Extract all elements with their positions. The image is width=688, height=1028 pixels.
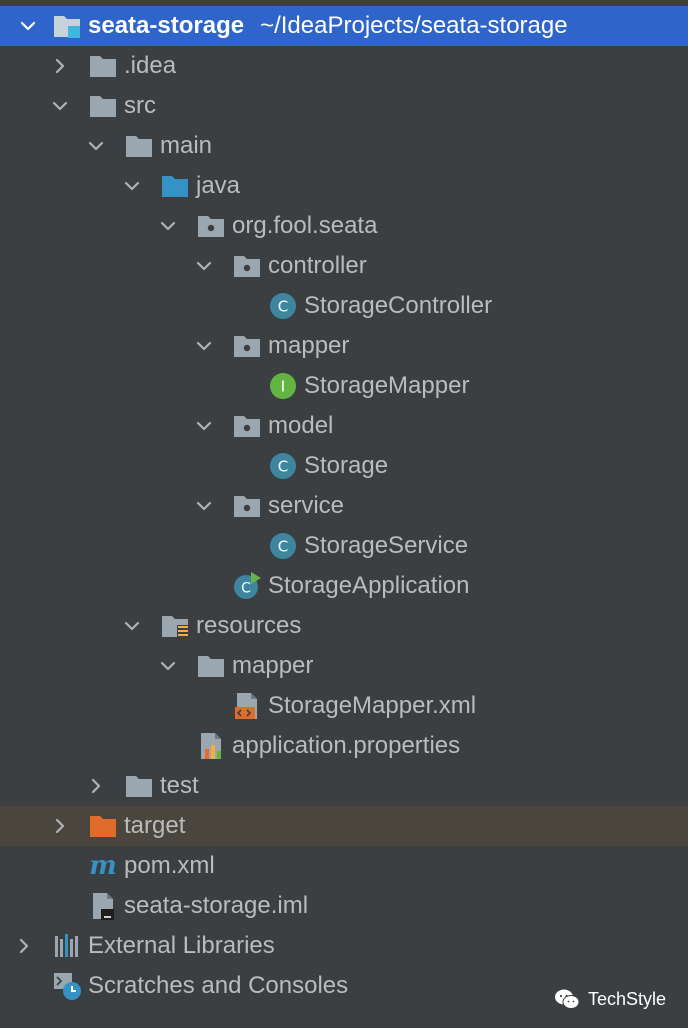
tree-item-label: main — [160, 132, 213, 159]
tree-item-label: mapper — [268, 332, 350, 359]
tree-item-label: resources — [196, 612, 302, 639]
project-path: ~/IdeaProjects/seata-storage — [260, 12, 568, 39]
resources-folder-icon — [160, 611, 190, 641]
watermark-text: TechStyle — [587, 988, 666, 1009]
excluded-folder-icon — [88, 811, 118, 841]
class-icon — [268, 531, 298, 561]
class-icon — [268, 451, 298, 481]
tree-item-resources-mapper[interactable]: mapper — [0, 646, 688, 686]
tree-item-label: controller — [268, 252, 367, 279]
tree-item-storage[interactable]: Storage — [0, 446, 688, 486]
tree-item-label: src — [124, 92, 156, 119]
properties-file-icon — [196, 731, 226, 761]
chevron-right-icon[interactable] — [50, 56, 70, 76]
tree-item-label: StorageApplication — [268, 572, 470, 599]
tree-item-storage-controller[interactable]: StorageController — [0, 286, 688, 326]
chevron-down-icon[interactable] — [122, 616, 142, 636]
chevron-down-icon[interactable] — [50, 96, 70, 116]
tree-item-java[interactable]: java — [0, 166, 688, 206]
tree-item-label: mapper — [232, 652, 314, 679]
module-folder-icon — [52, 11, 82, 41]
tree-item-mapper-package[interactable]: mapper — [0, 326, 688, 366]
libraries-icon — [52, 931, 82, 961]
tree-item-target[interactable]: target — [0, 806, 688, 846]
maven-icon — [88, 851, 118, 881]
chevron-down-icon[interactable] — [194, 416, 214, 436]
iml-file-icon — [88, 891, 118, 921]
spring-class-icon — [232, 571, 262, 601]
tree-item-label: org.fool.seata — [232, 212, 378, 239]
xml-file-icon — [232, 691, 262, 721]
chevron-down-icon[interactable] — [86, 136, 106, 156]
tree-item-external-libraries[interactable]: External Libraries — [0, 926, 688, 966]
tree-item-controller[interactable]: controller — [0, 246, 688, 286]
tree-item-src[interactable]: src — [0, 86, 688, 126]
chevron-down-icon[interactable] — [158, 656, 178, 676]
tree-item-storage-mapper-xml[interactable]: StorageMapper.xml — [0, 686, 688, 726]
tree-item-storage-service[interactable]: StorageService — [0, 526, 688, 566]
chevron-right-icon[interactable] — [86, 776, 106, 796]
tree-item-storage-mapper[interactable]: StorageMapper — [0, 366, 688, 406]
package-icon — [232, 251, 262, 281]
tree-item-label: seata-storage.iml — [124, 892, 309, 919]
tree-item-label: model — [268, 412, 334, 439]
folder-icon — [88, 51, 118, 81]
tree-item-main[interactable]: main — [0, 126, 688, 166]
tree-item-service[interactable]: service — [0, 486, 688, 526]
scratches-icon — [52, 971, 82, 1001]
folder-icon — [124, 131, 154, 161]
tree-item-storage-application[interactable]: StorageApplication — [0, 566, 688, 606]
tree-item-project-root[interactable]: seata-storage ~/IdeaProjects/seata-storag… — [0, 6, 688, 46]
tree-item-test[interactable]: test — [0, 766, 688, 806]
tree-item-label: Scratches and Consoles — [88, 972, 349, 999]
chevron-down-icon[interactable] — [18, 16, 38, 36]
tree-item-label: java — [196, 172, 241, 199]
tree-item-application-properties[interactable]: application.properties — [0, 726, 688, 766]
tree-item-label: service — [268, 492, 345, 519]
package-icon — [232, 411, 262, 441]
chevron-down-icon[interactable] — [158, 216, 178, 236]
folder-icon — [124, 771, 154, 801]
tree-item-label: External Libraries — [88, 932, 275, 959]
tree-item-label: application.properties — [232, 732, 461, 759]
tree-item-idea[interactable]: .idea — [0, 46, 688, 86]
chevron-right-icon[interactable] — [50, 816, 70, 836]
package-icon — [232, 491, 262, 521]
watermark: TechStyle — [554, 988, 666, 1010]
chevron-down-icon[interactable] — [194, 336, 214, 356]
tree-item-pom[interactable]: pom.xml — [0, 846, 688, 886]
chevron-down-icon[interactable] — [194, 496, 214, 516]
chevron-down-icon[interactable] — [122, 176, 142, 196]
tree-item-iml[interactable]: seata-storage.iml — [0, 886, 688, 926]
tree-item-label: test — [160, 772, 199, 799]
wechat-icon — [554, 989, 580, 1009]
package-icon — [196, 211, 226, 241]
tree-item-label: StorageController — [304, 292, 493, 319]
class-icon — [268, 291, 298, 321]
tree-item-label: .idea — [124, 52, 177, 79]
interface-icon — [268, 371, 298, 401]
package-icon — [232, 331, 262, 361]
chevron-down-icon[interactable] — [194, 256, 214, 276]
folder-icon — [88, 91, 118, 121]
folder-icon — [196, 651, 226, 681]
tree-item-label: StorageMapper — [304, 372, 470, 399]
source-folder-icon — [160, 171, 190, 201]
tree-item-label: StorageMapper.xml — [268, 692, 477, 719]
tree-item-label: StorageService — [304, 532, 469, 559]
tree-item-label: target — [124, 812, 186, 839]
tree-item-label: Storage — [304, 452, 389, 479]
tree-item-resources[interactable]: resources — [0, 606, 688, 646]
chevron-right-icon[interactable] — [14, 936, 34, 956]
project-name: seata-storage — [88, 12, 245, 39]
tree-item-model[interactable]: model — [0, 406, 688, 446]
project-tree: seata-storage ~/IdeaProjects/seata-storag… — [0, 6, 688, 1006]
tree-item-package[interactable]: org.fool.seata — [0, 206, 688, 246]
tree-item-label: pom.xml — [124, 852, 215, 879]
